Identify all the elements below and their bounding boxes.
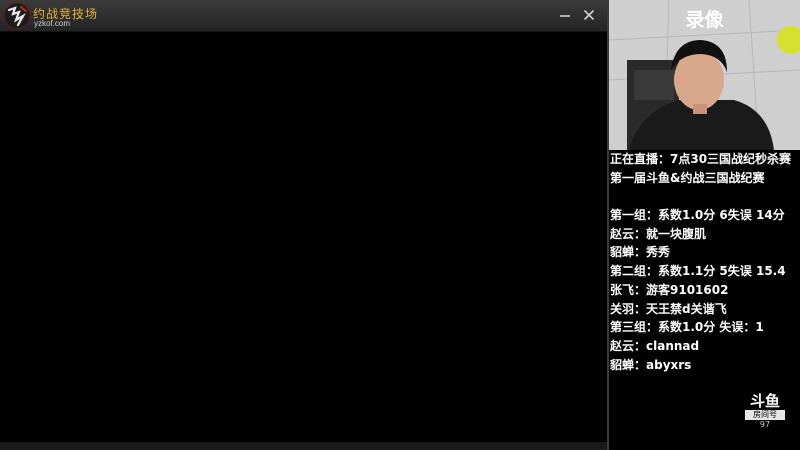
- minimize-icon: [560, 15, 570, 17]
- overlay-line: 貂蝉：秀秀: [610, 245, 671, 260]
- overlay-line: 第一届斗鱼&约战三国战纪赛: [610, 170, 765, 185]
- douyu-watermark: 斗鱼 房间号 97: [741, 393, 789, 439]
- overlay-line: 赵云：clannad: [610, 338, 700, 353]
- window-domain: yzkof.com: [34, 19, 71, 28]
- overlay-line: 第一组：系数1.0分 6失误 14分: [610, 208, 785, 223]
- game-window: 约战竞技场 yzkof.com: [0, 0, 609, 450]
- game-viewport[interactable]: [0, 32, 609, 442]
- close-icon: [583, 9, 595, 21]
- overlay-line: 正在直播：7点30三国战纪秒杀赛: [610, 152, 792, 166]
- stream-info-overlay: 正在直播：7点30三国战纪秒杀赛 第一届斗鱼&约战三国战纪赛 第一组：系数1.0…: [609, 150, 800, 374]
- douyu-logo: 斗鱼: [749, 392, 780, 410]
- overlay-line: 第三组：系数1.0分 失误：1: [610, 320, 764, 335]
- yzkof-logo-icon: [3, 2, 31, 30]
- overlay-line: 张飞：游客9101602: [610, 282, 729, 297]
- overlay-line: 第二组：系数1.1分 5失误 15.4: [610, 264, 786, 279]
- room-number-label: 房间号: [745, 410, 785, 420]
- minimize-button[interactable]: [556, 6, 574, 24]
- close-button[interactable]: [580, 6, 598, 24]
- stream-side-panel: 录像 正在直播：7点30三国战纪秒杀赛 第一届斗鱼&约战三国战纪赛 第一组：系数…: [609, 0, 800, 450]
- room-number: 97: [759, 420, 771, 429]
- overlay-line: 赵云：就一块腹肌: [610, 226, 707, 241]
- overlay-line: [609, 187, 800, 206]
- recording-label: 录像: [685, 9, 724, 31]
- overlay-line: 关羽：天王禁d关谐飞: [610, 301, 727, 316]
- overlay-line: 貂蝉：abyxrs: [610, 357, 692, 372]
- window-bottom-border: [0, 442, 609, 450]
- window-titlebar[interactable]: 约战竞技场 yzkof.com: [0, 0, 609, 32]
- webcam-feed: 录像: [609, 0, 800, 150]
